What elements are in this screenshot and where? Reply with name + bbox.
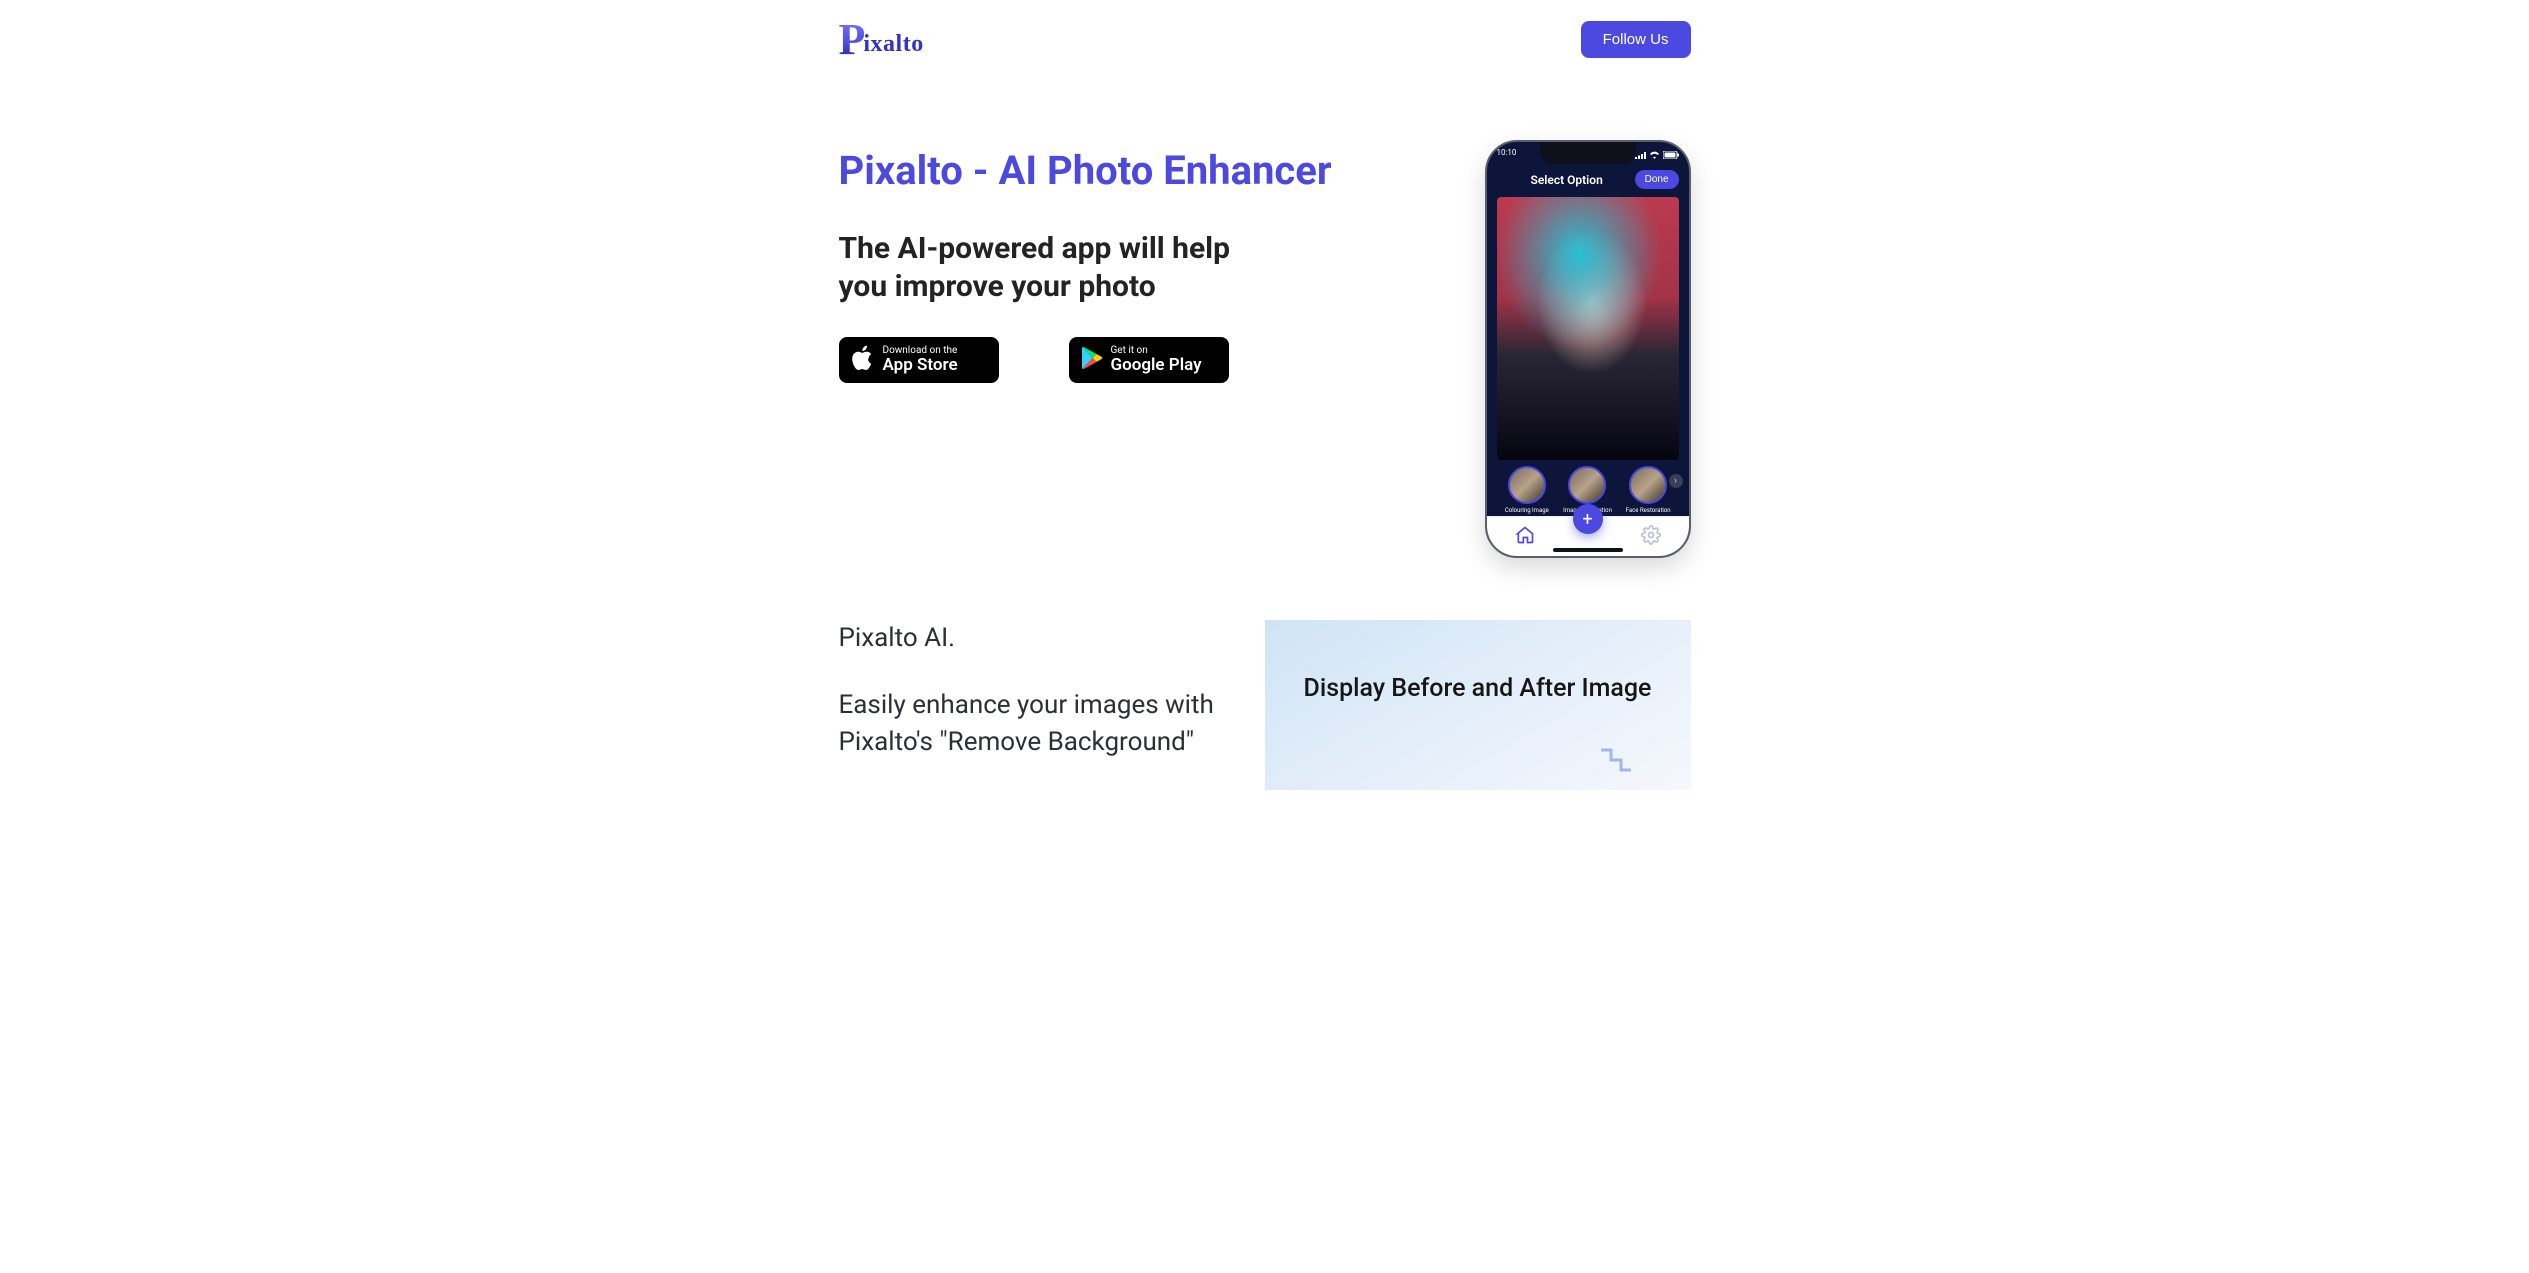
hero-title: Pixalto - AI Photo Enhancer <box>839 140 1455 202</box>
phone-notch <box>1540 142 1636 164</box>
hero-section: Pixalto - AI Photo Enhancer The AI-power… <box>839 140 1691 558</box>
google-play-badge[interactable]: Get it on Google Play <box>1069 337 1229 383</box>
brand-logo-letter: P <box>839 18 866 62</box>
home-icon[interactable] <box>1515 525 1535 549</box>
feature-visual-title: Display Before and After Image <box>1304 674 1652 703</box>
status-time: 10:10 <box>1497 148 1517 164</box>
phone-screen-title: Select Option <box>1531 173 1603 187</box>
brand-logo[interactable]: P ixalto <box>839 18 924 60</box>
chevron-right-icon: › <box>1674 476 1677 486</box>
feature-visual-col: Display Before and After Image <box>1265 620 1691 790</box>
app-store-badge[interactable]: Download on the App Store <box>839 337 999 383</box>
hero-image-col: 10:10 Select <box>1485 140 1691 558</box>
phone-options-next[interactable]: › <box>1669 474 1683 488</box>
hero-subtitle: The AI-powered app will help you improve… <box>839 230 1259 305</box>
brand-logo-rest: ixalto <box>863 31 923 58</box>
done-button[interactable]: Done <box>1635 170 1679 189</box>
feature-text-col: Pixalto AI. Easily enhance your images w… <box>839 620 1265 790</box>
gear-icon[interactable] <box>1641 525 1661 549</box>
phone-option-face[interactable]: Face Restoration <box>1625 466 1671 514</box>
phone-fab-add[interactable]: + <box>1573 504 1603 534</box>
site-header: P ixalto Follow Us <box>839 0 1691 70</box>
phone-option-thumb-icon <box>1568 466 1606 504</box>
battery-icon <box>1663 151 1679 161</box>
phone-mockup: 10:10 Select <box>1485 140 1691 558</box>
phone-option-thumb-icon <box>1629 466 1667 504</box>
google-play-text: Get it on Google Play <box>1111 346 1202 375</box>
feature-paragraph-2: Easily enhance your images with Pixalto'… <box>839 687 1235 761</box>
play-icon <box>1081 346 1103 374</box>
phone-preview-image <box>1497 197 1679 460</box>
hero-text-col: Pixalto - AI Photo Enhancer The AI-power… <box>839 140 1455 383</box>
phone-screen-header: Select Option Done <box>1495 166 1681 197</box>
follow-us-button[interactable]: Follow Us <box>1581 21 1691 58</box>
decoration-step-icon <box>1597 746 1631 780</box>
apple-icon <box>851 344 875 376</box>
phone-option-thumb-icon <box>1508 466 1546 504</box>
phone-screen: Select Option Done Colouring Image Image… <box>1495 166 1681 516</box>
phone-home-indicator <box>1553 548 1623 552</box>
app-store-text: Download on the App Store <box>883 346 958 375</box>
feature-section: Pixalto AI. Easily enhance your images w… <box>839 620 1691 790</box>
signal-icon <box>1635 152 1646 161</box>
phone-option-colouring[interactable]: Colouring Image <box>1504 466 1550 514</box>
wifi-icon <box>1649 151 1660 161</box>
store-badge-row: Download on the App Store Get it on Goog… <box>839 337 1455 383</box>
plus-icon: + <box>1582 509 1592 530</box>
feature-paragraph-1: Pixalto AI. <box>839 620 1235 657</box>
